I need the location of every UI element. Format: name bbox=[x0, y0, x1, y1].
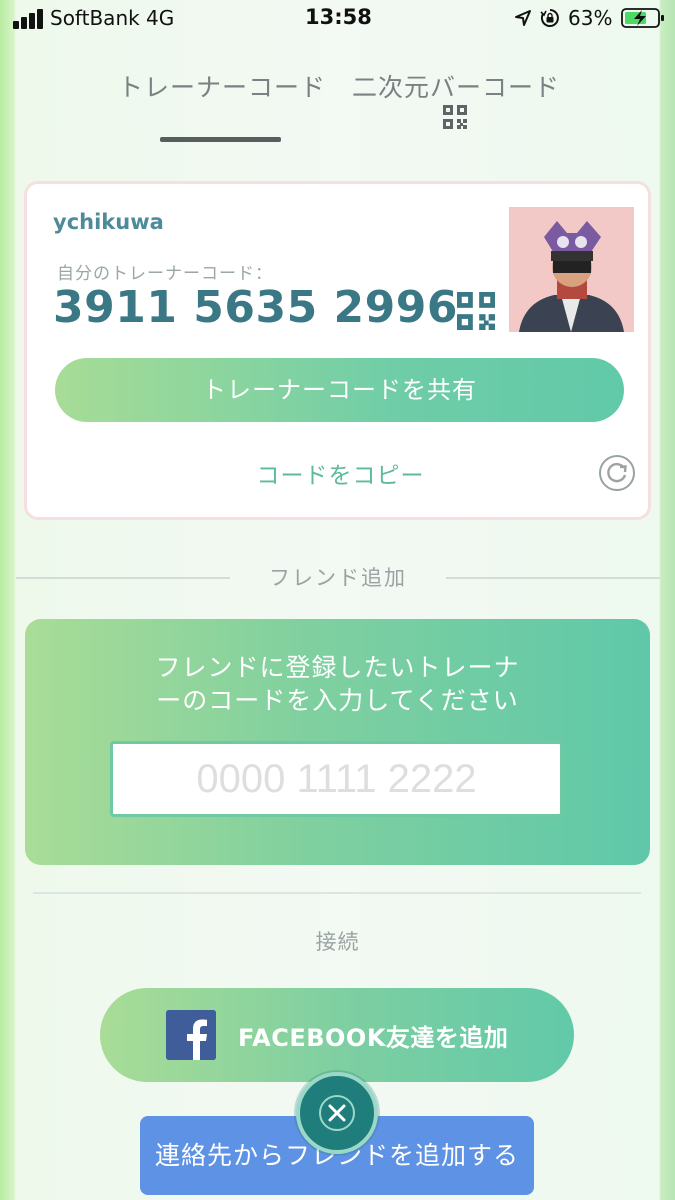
connect-title: 接続 bbox=[315, 930, 360, 954]
divider bbox=[33, 892, 641, 894]
close-button[interactable] bbox=[296, 1072, 378, 1154]
refresh-icon[interactable] bbox=[598, 454, 636, 492]
trainer-card: ychikuwa 自分のトレーナーコード： 3911 5635 2996 トレー… bbox=[24, 181, 651, 520]
facebook-icon bbox=[166, 1010, 216, 1060]
share-code-button[interactable]: トレーナーコードを共有 bbox=[55, 358, 624, 422]
facebook-button-label: FACEBOOK友達を追加 bbox=[238, 1024, 509, 1052]
instruction-line-2: ーのコードを入力してください bbox=[156, 686, 519, 715]
trainer-code-label: 自分のトレーナーコード： bbox=[57, 264, 273, 284]
tab-qr-code[interactable]: 二次元バーコード bbox=[352, 68, 560, 104]
add-facebook-friends-button[interactable]: FACEBOOK友達を追加 bbox=[100, 988, 574, 1082]
location-icon bbox=[515, 10, 531, 26]
trainer-name: ychikuwa bbox=[53, 210, 164, 234]
avatar-image bbox=[509, 207, 634, 332]
rotation-lock-icon bbox=[540, 9, 559, 27]
carrier-label: SoftBank 4G bbox=[50, 6, 175, 30]
battery-charging-icon bbox=[621, 8, 664, 28]
tab-trainer-code[interactable]: トレーナーコード bbox=[118, 68, 326, 104]
battery-percentage: 63% bbox=[568, 6, 613, 30]
add-friend-panel: フレンドに登録したいトレーナ ーのコードを入力してください bbox=[25, 619, 650, 865]
signal-icon bbox=[13, 9, 45, 29]
divider bbox=[446, 577, 660, 579]
qr-code-icon[interactable] bbox=[457, 292, 495, 330]
trainer-code-value: 3911 5635 2996 bbox=[53, 282, 459, 333]
active-tab-indicator bbox=[160, 137, 281, 142]
status-bar: SoftBank 4G 13:58 63% bbox=[0, 0, 675, 40]
qr-code-icon[interactable] bbox=[443, 105, 467, 129]
add-friend-instruction: フレンドに登録したいトレーナ ーのコードを入力してください bbox=[65, 651, 610, 717]
copy-code-button[interactable]: コードをコピー bbox=[27, 456, 654, 490]
friend-code-input[interactable] bbox=[110, 741, 563, 817]
instruction-line-1: フレンドに登録したいトレーナ bbox=[155, 653, 520, 682]
close-icon bbox=[319, 1095, 355, 1131]
friend-add-title: フレンド追加 bbox=[269, 566, 407, 590]
divider bbox=[16, 577, 230, 579]
avatar[interactable] bbox=[509, 207, 634, 332]
status-time: 13:58 bbox=[305, 5, 372, 29]
